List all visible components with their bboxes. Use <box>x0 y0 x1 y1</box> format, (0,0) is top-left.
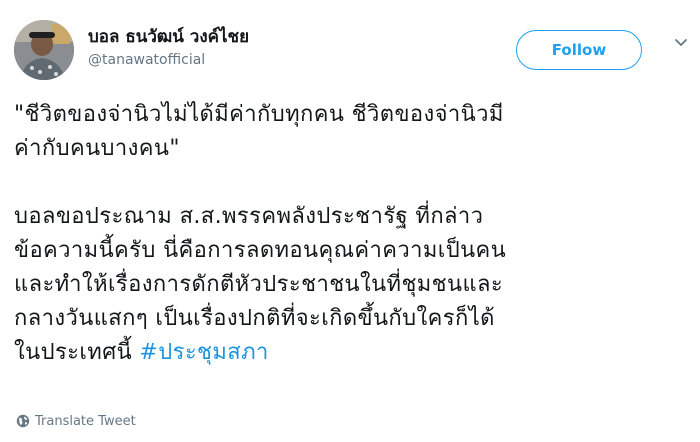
tweet-header: บอล ธนวัฒน์ วงค์ไชย @tanawatofficial Fol… <box>14 20 688 84</box>
tweet-line: ค่ากับคนบางคน" <box>14 136 180 161</box>
user-info: บอล ธนวัฒน์ วงค์ไชย @tanawatofficial <box>88 26 249 70</box>
tweet-text-segment: ในประเทศนี้ <box>14 340 140 365</box>
tweet-card: บอล ธนวัฒน์ วงค์ไชย @tanawatofficial Fol… <box>0 0 700 442</box>
chevron-down-icon[interactable] <box>674 34 688 48</box>
tweet-line: "ชีวิตของจ่านิวไม่ได้มีค่ากับทุกคน ชีวิต… <box>14 102 504 127</box>
avatar-image <box>14 20 74 80</box>
follow-button[interactable]: Follow <box>516 30 642 70</box>
tweet-line-last: ในประเทศนี้ #ประชุมสภา <box>14 336 686 370</box>
translate-label: Translate Tweet <box>35 413 136 429</box>
tweet-line: บอลขอประณาม ส.ส.พรรคพลังประชารัฐ ที่กล่า… <box>14 204 484 229</box>
translate-tweet-button[interactable]: Translate Tweet <box>16 412 136 430</box>
avatar[interactable] <box>14 20 74 80</box>
tweet-line: กลางวันแสกๆ เป็นเรื่องปกติที่จะเกิดขึ้นก… <box>14 306 495 331</box>
hashtag-link[interactable]: #ประชุมสภา <box>139 340 268 365</box>
globe-icon <box>16 414 30 428</box>
display-name[interactable]: บอล ธนวัฒน์ วงค์ไชย <box>88 26 249 48</box>
tweet-line: ข้อความนี้ครับ นี่คือการลดทอนคุณค่าความเ… <box>14 238 507 263</box>
tweet-text: "ชีวิตของจ่านิวไม่ได้มีค่ากับทุกคน ชีวิต… <box>14 98 686 370</box>
user-handle[interactable]: @tanawatofficial <box>88 50 249 70</box>
tweet-line: และทำให้เรื่องการดักตีหัวประชาชนในที่ชุม… <box>14 272 504 297</box>
